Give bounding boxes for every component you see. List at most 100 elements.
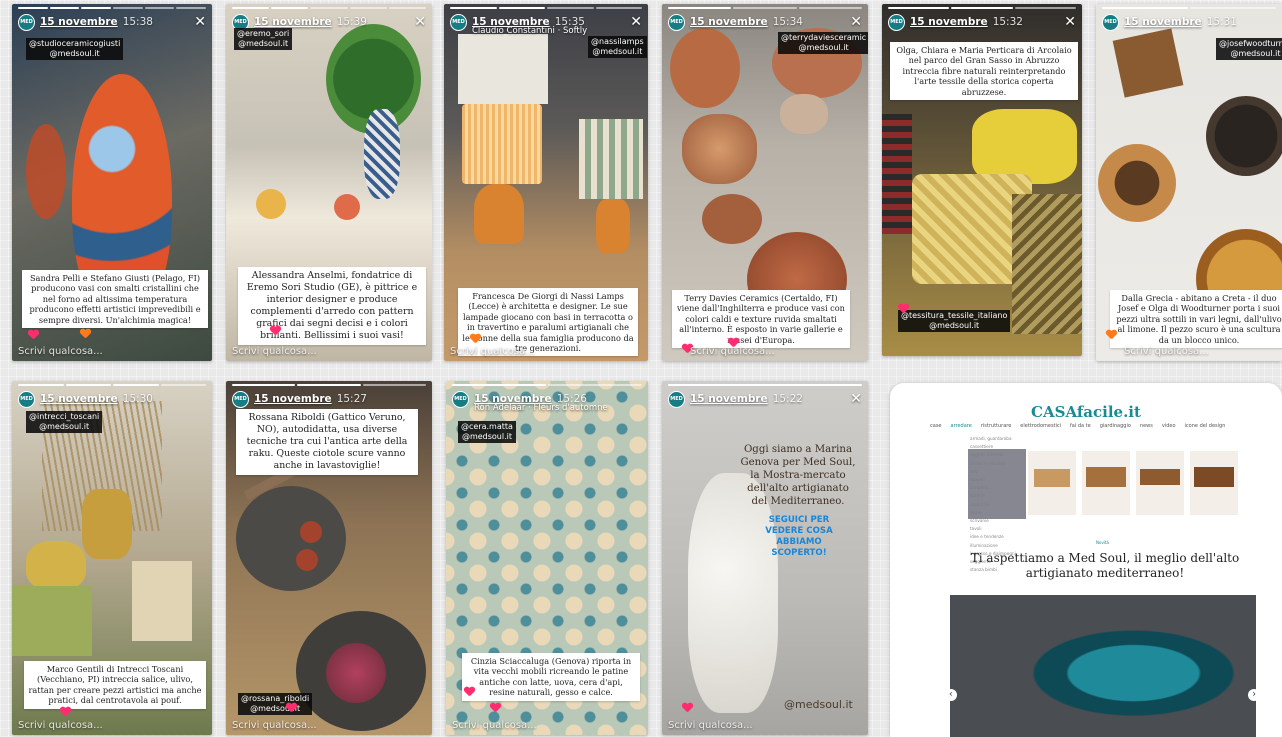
story-account[interactable]: 15 novembre	[40, 16, 118, 28]
story-caption: Dalla Grecia - abitano a Creta - il duo …	[1110, 290, 1282, 349]
avatar[interactable]: MED	[888, 13, 905, 31]
heart-icon[interactable]	[898, 304, 908, 313]
story-card-4[interactable]: MED 15 novembre 15:34 ✕ @terrydaviescera…	[662, 4, 868, 361]
product-card[interactable]	[1028, 451, 1076, 515]
story-account[interactable]: 15 novembre	[690, 16, 768, 28]
avatar[interactable]: MED	[668, 390, 685, 408]
reply-input[interactable]: Scrivi qualcosa...	[668, 720, 753, 731]
mention-tag[interactable]: @josefwoodturner @medsoul.it	[1216, 38, 1282, 60]
story-account[interactable]: 15 novembre	[690, 393, 768, 405]
mention-tag[interactable]: @studioceramicogiusti @medsoul.it	[26, 38, 124, 60]
story-progress-bars	[232, 7, 427, 9]
story-account[interactable]: 15 novembre	[910, 16, 988, 28]
reply-input[interactable]: Scrivi qualcosa...	[690, 346, 775, 357]
mention-tag[interactable]: @terrydaviesceramic @medsoul.it	[778, 32, 868, 54]
dropdown-item[interactable]: armadi, guardaroba	[970, 435, 1030, 443]
story-progress-bars	[232, 384, 426, 386]
story-card-8[interactable]: MED 15 novembre 15:27 Rossana Riboldi (G…	[226, 381, 432, 735]
article-image[interactable]	[950, 595, 1256, 737]
avatar[interactable]: MED	[1102, 13, 1119, 31]
nav-item[interactable]: news	[1140, 423, 1153, 429]
close-icon[interactable]: ✕	[414, 15, 426, 29]
story-card-5[interactable]: MED 15 novembre 15:32 ✕ Olga, Chiara e M…	[882, 4, 1082, 356]
nav-item[interactable]: ristrutturare	[981, 423, 1011, 429]
nav-item[interactable]: giardinaggio	[1100, 423, 1131, 429]
heart-icon[interactable]	[464, 687, 474, 696]
story-progress-bars	[1102, 7, 1276, 9]
close-icon[interactable]: ✕	[850, 15, 862, 29]
story-card-9[interactable]: MED 15 novembre 15:26 Ron Adelaar · Fleu…	[446, 381, 648, 735]
heart-icon[interactable]	[470, 334, 480, 343]
story-card-2[interactable]: MED 15 novembre 15:39 ✕ @eremo_sori @med…	[226, 4, 432, 361]
reply-input[interactable]: Scrivi qualcosa...	[1124, 346, 1209, 357]
avatar[interactable]: MED	[668, 13, 685, 31]
reply-input[interactable]: Scrivi qualcosa...	[232, 720, 317, 731]
handle-text[interactable]: @medsoul.it	[784, 698, 853, 711]
heart-icon[interactable]	[682, 703, 692, 712]
story-progress-bars	[450, 7, 642, 9]
story-card-1[interactable]: MED 15 novembre 15:38 ✕ @studioceramicog…	[12, 4, 212, 361]
nav-item[interactable]: elettrodomestici	[1020, 423, 1061, 429]
article-headline[interactable]: Ti aspettiamo a Med Soul, il meglio dell…	[950, 551, 1260, 581]
close-icon[interactable]: ✕	[630, 15, 642, 29]
product-card[interactable]	[1136, 451, 1184, 515]
close-icon[interactable]: ✕	[194, 15, 206, 29]
promo-banner[interactable]	[968, 449, 1026, 519]
avatar[interactable]: MED	[450, 13, 467, 31]
nav-item[interactable]: icone del design	[1185, 423, 1226, 429]
heart-icon[interactable]	[80, 329, 90, 338]
story-card-3[interactable]: MED 15 novembre 15:35 ✕ Claudio Constant…	[444, 4, 648, 361]
heart-icon[interactable]	[28, 330, 38, 339]
story-account[interactable]: 15 novembre	[254, 16, 332, 28]
dropdown-item[interactable]: idee e tendenze	[970, 533, 1030, 541]
heart-icon[interactable]	[286, 703, 296, 712]
story-time: 15:34	[772, 16, 803, 28]
close-icon[interactable]: ✕	[1064, 15, 1076, 29]
avatar[interactable]: MED	[232, 390, 249, 408]
reply-input[interactable]: Scrivi qualcosa...	[232, 346, 317, 357]
reply-input[interactable]: Scrivi qualcosa...	[18, 346, 103, 357]
carousel-prev-button[interactable]: ‹	[945, 689, 957, 701]
carousel-next-button[interactable]: ›	[1248, 689, 1260, 701]
story-caption: Alessandra Anselmi, fondatrice di Eremo …	[238, 267, 426, 345]
mention-tag[interactable]: @nassilamps @medsoul.it	[588, 36, 647, 58]
dropdown-item[interactable]: illuminazione	[970, 542, 1030, 550]
music-label[interactable]: Ron Adelaar · Fleurs d'automne	[474, 403, 608, 413]
music-label[interactable]: Claudio Constantini · Softly	[472, 26, 587, 36]
nav-item[interactable]: case	[930, 423, 942, 429]
mention-tag[interactable]: @eremo_sori @medsoul.it	[234, 28, 293, 50]
story-progress-bars	[888, 7, 1076, 9]
avatar[interactable]: MED	[18, 13, 35, 31]
heart-icon[interactable]	[60, 707, 70, 716]
close-icon[interactable]: ✕	[850, 392, 862, 406]
story-caption: Olga, Chiara e Maria Perticara di Arcola…	[890, 42, 1078, 101]
story-caption: Sandra Pelli e Stefano Giusti (Pelago, F…	[22, 270, 208, 329]
story-account[interactable]: 15 novembre	[40, 393, 118, 405]
heart-icon[interactable]	[1106, 330, 1116, 339]
mention-tag[interactable]: @tessitura_tessile_italiano @medsoul.it	[898, 310, 1011, 332]
avatar[interactable]: MED	[18, 390, 35, 408]
nav-item[interactable]: fai da te	[1070, 423, 1091, 429]
product-card[interactable]	[1082, 451, 1130, 515]
nav-item[interactable]: video	[1162, 423, 1176, 429]
reply-input[interactable]: Scrivi qualcosa...	[450, 346, 535, 357]
mention-tag[interactable]: @intrecci_toscani @medsoul.it	[26, 411, 103, 433]
reply-input[interactable]: Scrivi qualcosa...	[18, 720, 103, 731]
story-card-7[interactable]: MED 15 novembre 15:30 @intrecci_toscani …	[12, 381, 212, 735]
story-progress-bars	[668, 7, 862, 9]
story-account[interactable]: 15 novembre	[254, 393, 332, 405]
story-account[interactable]: 15 novembre	[1124, 16, 1202, 28]
dropdown-item[interactable]: tavoli	[970, 525, 1030, 533]
mention-tag[interactable]: @rossana_riboldi @medsoul.it	[238, 693, 313, 715]
product-strip	[1028, 451, 1238, 515]
site-logo[interactable]: CASAfacile.it	[890, 403, 1282, 421]
heart-icon[interactable]	[270, 326, 280, 335]
story-card-10[interactable]: MED 15 novembre 15:22 ✕ Oggi siamo a Mar…	[662, 381, 868, 735]
reply-input[interactable]: Scrivi qualcosa...	[452, 720, 537, 731]
story-card-6[interactable]: MED 15 novembre 15:31 @josefwoodturner @…	[1096, 4, 1282, 361]
avatar[interactable]: MED	[452, 390, 469, 408]
heart-icon[interactable]	[490, 703, 500, 712]
mention-tag[interactable]: @cera.matta @medsoul.it	[458, 421, 516, 443]
nav-item[interactable]: arredare	[951, 423, 972, 429]
product-card[interactable]	[1190, 451, 1238, 515]
